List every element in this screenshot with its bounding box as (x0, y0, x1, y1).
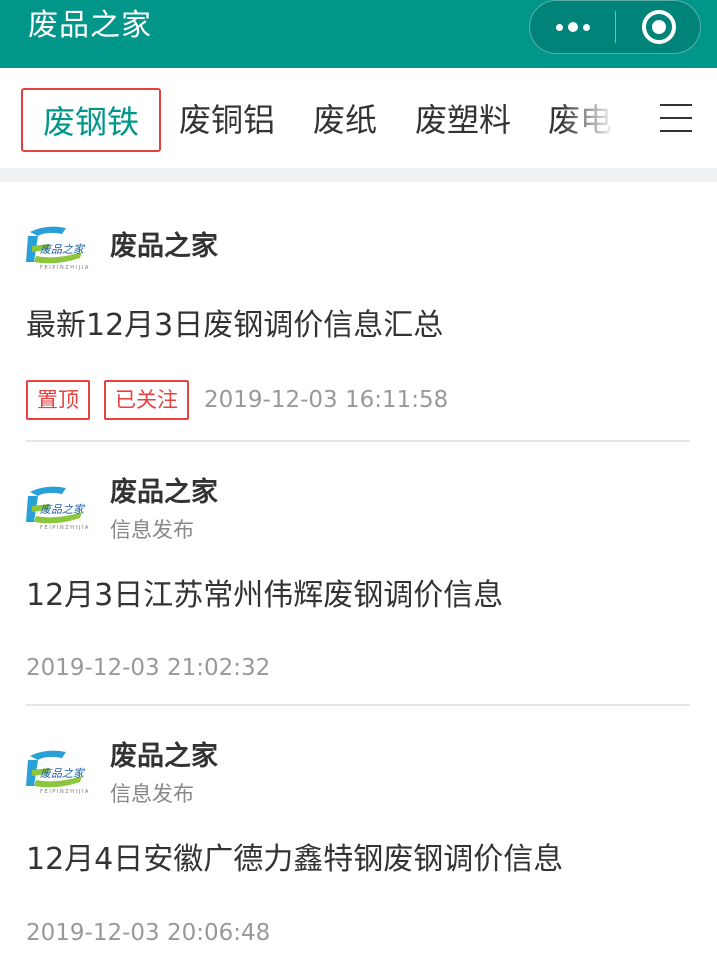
post-title[interactable]: 12月3日江苏常州伟辉废钢调价信息 (26, 576, 503, 616)
more-button[interactable] (530, 1, 615, 53)
followed-badge: 已关注 (104, 380, 189, 420)
post-timestamp: 2019-12-03 20:06:48 (26, 920, 271, 946)
app-title: 废品之家 (28, 8, 152, 43)
tab-scrap-copper-aluminum[interactable]: 废铜铝 (179, 88, 275, 152)
hamburger-menu-icon[interactable] (660, 104, 692, 132)
category-tabs: 废钢铁 废铜铝 废纸 废塑料 废电 (0, 68, 717, 168)
tab-scrap-steel[interactable]: 废钢铁 (21, 88, 162, 152)
post-timestamp: 2019-12-03 16:11:58 (204, 387, 449, 413)
section-gap (0, 168, 717, 182)
author-name: 废品之家 (110, 741, 218, 772)
svg-text:F E I P I N Z H I J I A: F E I P I N Z H I J I A (40, 265, 89, 271)
avatar: 废品之家 F E I P I N Z H I J I A (26, 482, 92, 532)
list-item[interactable]: 废品之家 F E I P I N Z H I J I A 废品之家 最新12月3… (26, 182, 690, 442)
tabs-fade-overlay (560, 68, 640, 168)
author-name: 废品之家 (110, 477, 218, 508)
author-subtitle: 信息发布 (110, 782, 194, 806)
tab-scrap-paper[interactable]: 废纸 (313, 88, 377, 152)
mini-program-capsule (529, 0, 701, 54)
target-close-icon (642, 10, 676, 44)
post-timestamp: 2019-12-03 21:02:32 (26, 655, 271, 681)
avatar: 废品之家 F E I P I N Z H I J I A (26, 222, 92, 272)
svg-text:F E I P I N Z H I J I A: F E I P I N Z H I J I A (40, 525, 89, 531)
post-title[interactable]: 最新12月3日废钢调价信息汇总 (26, 306, 443, 346)
author-name: 废品之家 (110, 231, 218, 262)
list-item[interactable]: 废品之家 F E I P I N Z H I J I A 废品之家 信息发布 1… (26, 706, 690, 962)
svg-text:废品之家: 废品之家 (40, 767, 86, 780)
svg-text:F E I P I N Z H I J I A: F E I P I N Z H I J I A (40, 789, 89, 795)
logo-icon: 废品之家 F E I P I N Z H I J I A (26, 226, 89, 271)
close-button[interactable] (616, 1, 702, 53)
top-navigation-bar: 废品之家 (0, 0, 717, 68)
avatar: 废品之家 F E I P I N Z H I J I A (26, 746, 92, 796)
author-subtitle: 信息发布 (110, 518, 194, 542)
list-item[interactable]: 废品之家 F E I P I N Z H I J I A 废品之家 信息发布 1… (26, 442, 690, 706)
post-title[interactable]: 12月4日安徽广德力鑫特钢废钢调价信息 (26, 840, 563, 880)
svg-text:废品之家: 废品之家 (40, 503, 86, 516)
tab-scrap-plastic[interactable]: 废塑料 (415, 88, 511, 152)
logo-icon: 废品之家 F E I P I N Z H I J I A (26, 486, 89, 531)
more-dots-icon (556, 22, 590, 32)
svg-text:废品之家: 废品之家 (40, 243, 86, 256)
logo-icon: 废品之家 F E I P I N Z H I J I A (26, 750, 89, 795)
pinned-badge: 置顶 (26, 380, 90, 420)
